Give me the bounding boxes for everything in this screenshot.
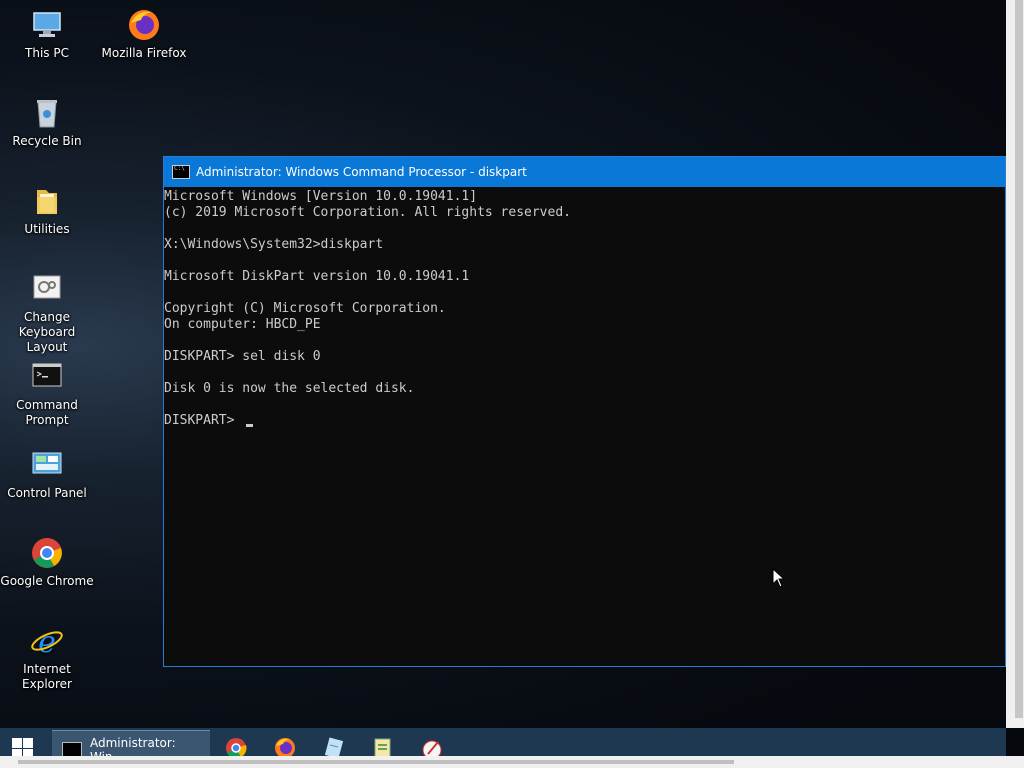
- window-titlebar[interactable]: Administrator: Windows Command Processor…: [164, 157, 1005, 187]
- desktop-icon-label: Change Keyboard Layout: [18, 310, 76, 354]
- desktop-icon-recycle-bin[interactable]: Recycle Bin: [0, 96, 94, 149]
- firefox-icon: [127, 8, 161, 42]
- horizontal-scrollbar-thumb[interactable]: [18, 760, 734, 764]
- console-prompt: DISKPART>: [164, 413, 243, 428]
- desktop-icon-label: Internet Explorer: [22, 662, 72, 691]
- desktop-icon-label: Google Chrome: [0, 574, 94, 588]
- window-title: Administrator: Windows Command Processor…: [196, 165, 527, 179]
- cmd-window[interactable]: Administrator: Windows Command Processor…: [163, 156, 1006, 667]
- computer-icon: [30, 8, 64, 42]
- desktop-icon-label: Utilities: [24, 222, 70, 236]
- console-line: Copyright (C) Microsoft Corporation.: [164, 301, 446, 316]
- desktop-icon-utilities[interactable]: Utilities: [0, 184, 94, 237]
- desktop-icon-label: Control Panel: [7, 486, 87, 500]
- vertical-scrollbar[interactable]: [1006, 0, 1024, 728]
- keyboard-settings-icon: [30, 272, 64, 306]
- text-cursor: [246, 424, 254, 427]
- console-line: (c) 2019 Microsoft Corporation. All righ…: [164, 205, 571, 220]
- scrollbar-thumb[interactable]: [1015, 0, 1023, 718]
- chrome-icon: [30, 536, 64, 570]
- folder-icon: [30, 184, 64, 218]
- cmd-icon: [172, 165, 190, 179]
- console-line: Microsoft Windows [Version 10.0.19041.1]: [164, 189, 478, 204]
- desktop-icon-label: Recycle Bin: [12, 134, 82, 148]
- control-panel-icon: [30, 448, 64, 482]
- desktop-icon-label: This PC: [25, 46, 69, 60]
- console-output[interactable]: Microsoft Windows [Version 10.0.19041.1]…: [164, 187, 1005, 429]
- mouse-pointer-icon: [772, 568, 786, 588]
- console-line: Microsoft DiskPart version 10.0.19041.1: [164, 269, 470, 284]
- console-line: On computer: HBCD_PE: [164, 317, 321, 332]
- console-line: Disk 0 is now the selected disk.: [164, 381, 415, 396]
- desktop-icon-control-panel[interactable]: Control Panel: [0, 448, 94, 501]
- desktop-icon-command-prompt[interactable]: Command Prompt: [0, 360, 94, 428]
- cmd-icon: [30, 360, 64, 394]
- console-prompt-line[interactable]: DISKPART>: [164, 413, 1005, 429]
- svg-text:e: e: [38, 625, 56, 658]
- desktop-icon-firefox[interactable]: Mozilla Firefox: [97, 8, 191, 61]
- console-line: DISKPART> sel disk 0: [164, 349, 321, 364]
- ie-icon: e: [30, 624, 64, 660]
- desktop-icon-internet-explorer[interactable]: e Internet Explorer: [0, 624, 94, 692]
- desktop-icon-google-chrome[interactable]: Google Chrome: [0, 536, 94, 589]
- console-line: X:\Windows\System32>diskpart: [164, 237, 384, 252]
- recycle-bin-icon: [30, 96, 64, 130]
- desktop-icon-change-keyboard-layout[interactable]: Change Keyboard Layout: [0, 272, 94, 355]
- desktop-icon-label: Command Prompt: [16, 398, 78, 427]
- desktop-icon-label: Mozilla Firefox: [101, 46, 187, 60]
- desktop-icon-this-pc[interactable]: This PC: [0, 8, 94, 61]
